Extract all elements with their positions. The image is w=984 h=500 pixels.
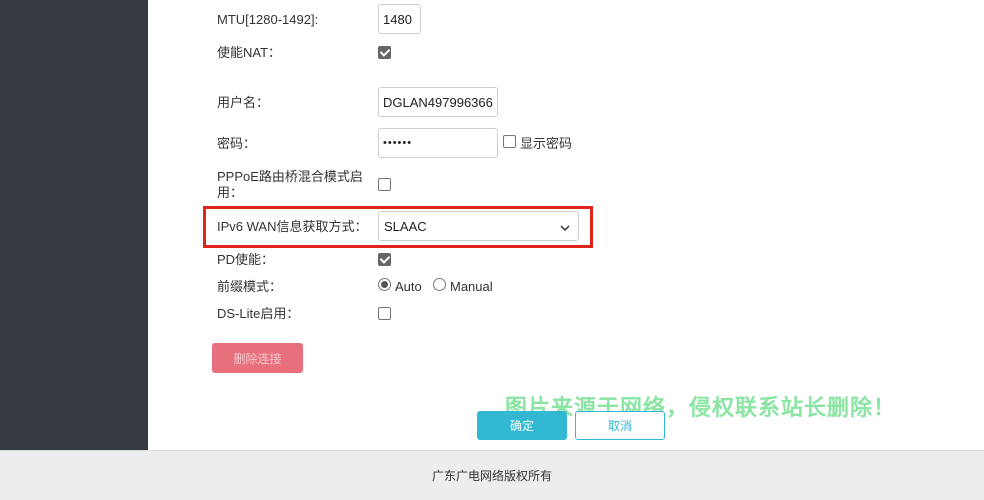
prefix-auto-label: Auto: [395, 279, 422, 294]
footer: 广东广电网络版权所有: [0, 450, 984, 500]
mtu-label: MTU[1280-1492]:: [217, 12, 319, 27]
prefix-mode-label: 前缀模式：: [217, 279, 283, 294]
delete-connection-button[interactable]: 删除连接: [212, 343, 303, 373]
username-label: 用户名：: [217, 95, 270, 110]
mtu-input[interactable]: [378, 4, 421, 34]
pd-enable-label: PD使能：: [217, 252, 275, 267]
ok-button[interactable]: 确定: [477, 411, 567, 440]
prefix-manual-radio[interactable]: [433, 278, 446, 291]
cancel-button[interactable]: 取消: [575, 411, 665, 440]
pd-enable-checkbox[interactable]: [378, 253, 391, 266]
bridge-mode-label-line1: PPPoE路由桥混合模式启: [217, 169, 363, 184]
bridge-mode-checkbox[interactable]: [378, 178, 391, 191]
ds-lite-checkbox[interactable]: [378, 307, 391, 320]
username-input[interactable]: [378, 87, 498, 117]
show-password-checkbox[interactable]: [503, 135, 516, 148]
password-input[interactable]: [378, 128, 498, 158]
sidebar: [0, 0, 148, 450]
nat-label: 使能NAT：: [217, 45, 282, 60]
prefix-manual-label: Manual: [450, 279, 493, 294]
copyright-text: 广东广电网络版权所有: [431, 469, 552, 483]
highlight-box: [203, 206, 593, 248]
show-password-label: 显示密码: [520, 136, 573, 151]
nat-checkbox[interactable]: [378, 46, 391, 59]
ds-lite-label: DS-Lite启用：: [217, 306, 300, 321]
bridge-mode-label-line2: 用：: [217, 185, 244, 200]
password-label: 密码：: [217, 136, 257, 151]
prefix-auto-radio[interactable]: [378, 278, 391, 291]
